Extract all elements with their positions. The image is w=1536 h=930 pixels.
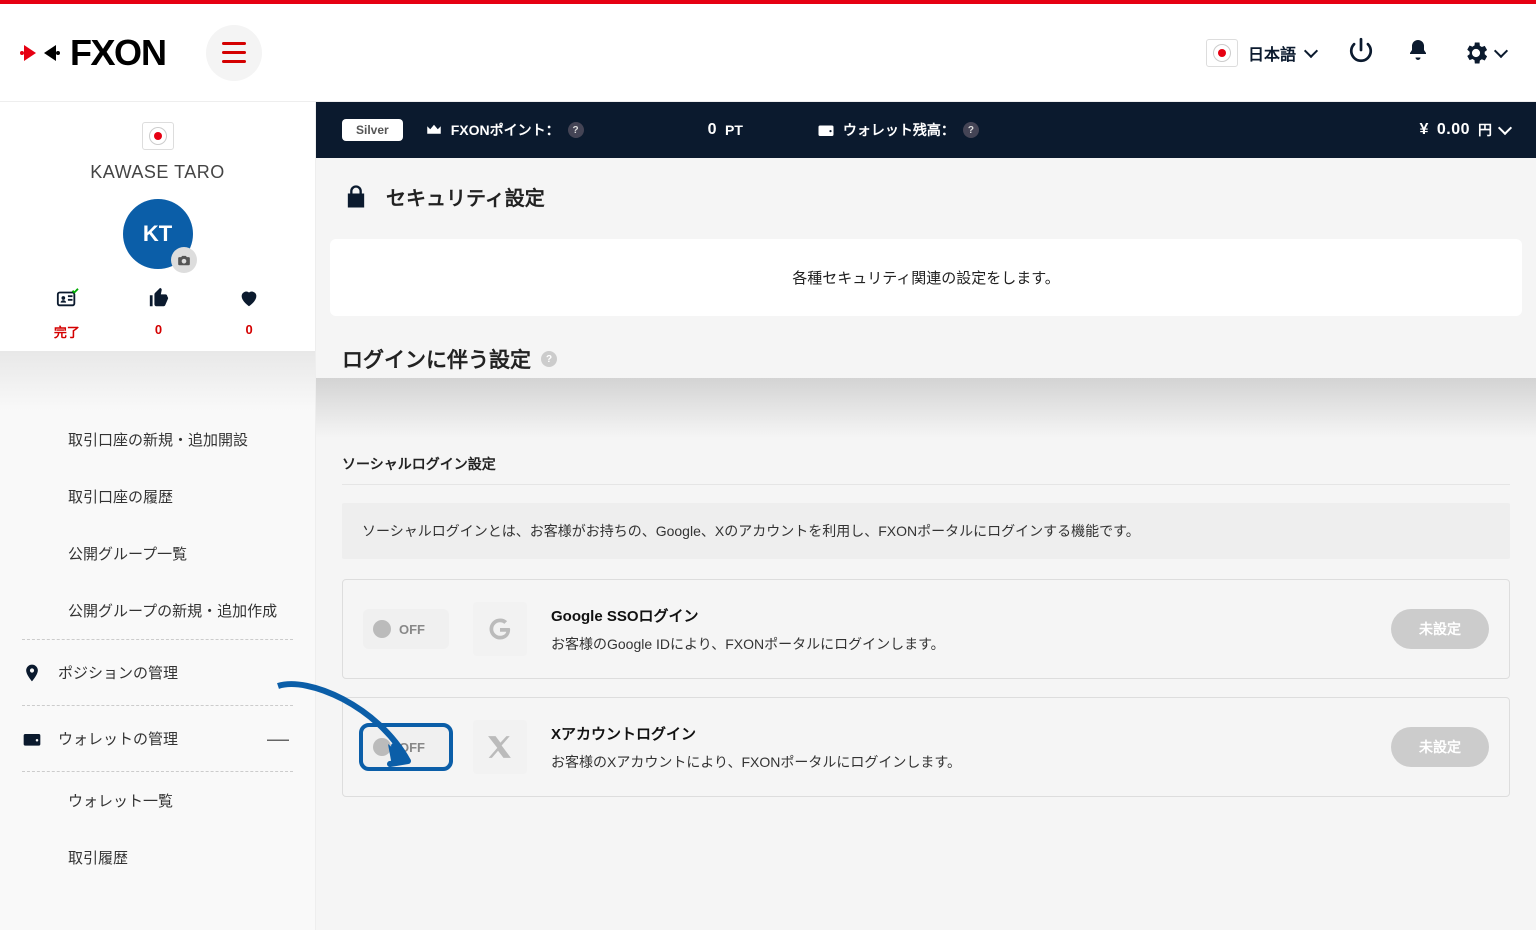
sidebar-position-management[interactable]: ポジションの管理 — [0, 640, 315, 705]
sso-google-toggle[interactable]: OFF — [363, 609, 449, 649]
sso-x-toggle[interactable]: OFF — [363, 727, 449, 767]
sso-google-card: OFF Google SSOログイン お客様のGoogle IDにより、FXON… — [342, 579, 1510, 679]
hamburger-icon — [222, 42, 246, 63]
flag-japan-icon — [1206, 39, 1238, 67]
id-card-icon — [55, 287, 79, 309]
help-icon[interactable]: ? — [541, 351, 557, 367]
profile-card: KAWASE TARO KT 完了 0 0 — [0, 102, 315, 351]
help-icon[interactable]: ? — [568, 122, 584, 138]
lock-icon — [342, 183, 370, 211]
sidebar-item-group-list[interactable]: 公開グループ一覧 — [0, 525, 315, 582]
bell-icon[interactable] — [1406, 38, 1430, 67]
points-bar: Silver FXONポイント： ? 0 PT ウォレット残高： ? ¥ 0.0… — [316, 102, 1536, 158]
sidebar-item-account-history[interactable]: 取引口座の履歴 — [0, 468, 315, 525]
chevron-down-icon — [1494, 43, 1508, 57]
wallet-icon — [22, 729, 42, 749]
flag-japan-icon — [142, 122, 174, 150]
social-login-info: ソーシャルログインとは、お客様がお持ちの、Google、Xのアカウントを利用し、… — [342, 503, 1510, 559]
logo-mark-icon — [18, 31, 62, 75]
stat-favorites[interactable]: 0 — [237, 287, 261, 341]
page-title: セキュリティ設定 — [386, 182, 545, 211]
sidebar-item-new-group[interactable]: 公開グループの新規・追加作成 — [0, 582, 315, 639]
wallet-icon — [817, 121, 835, 139]
brand-logo[interactable]: FXON — [18, 31, 166, 75]
google-logo-icon — [473, 602, 527, 656]
profile-name: KAWASE TARO — [10, 162, 305, 183]
points-value: 0 — [708, 121, 717, 139]
brand-text: FXON — [70, 32, 166, 74]
settings-dropdown[interactable] — [1462, 39, 1506, 67]
stat-likes[interactable]: 0 — [148, 287, 170, 341]
sidebar-item-transaction-history[interactable]: 取引履歴 — [0, 829, 315, 886]
social-login-subtitle: ソーシャルログイン設定 — [316, 438, 1536, 484]
tier-badge: Silver — [342, 119, 403, 141]
main-content: Silver FXONポイント： ? 0 PT ウォレット残高： ? ¥ 0.0… — [316, 102, 1536, 930]
page-lead: 各種セキュリティ関連の設定をします。 — [330, 239, 1522, 316]
gear-icon — [1462, 39, 1490, 67]
crown-icon — [425, 121, 443, 139]
sso-x-title: Xアカウントログイン — [551, 723, 1367, 744]
menu-toggle-button[interactable] — [206, 25, 262, 81]
language-label: 日本語 — [1248, 41, 1296, 65]
language-selector[interactable]: 日本語 — [1206, 39, 1316, 67]
camera-icon[interactable] — [171, 247, 197, 273]
sidebar-wallet-management[interactable]: ウォレットの管理 — — [0, 706, 315, 771]
login-section-title: ログインに伴う設定 — [342, 344, 531, 374]
thumbs-up-icon — [148, 287, 170, 309]
wallet-balance-section: ウォレット残高： ? — [817, 120, 979, 140]
x-logo-icon — [473, 720, 527, 774]
pin-icon — [22, 663, 42, 683]
sso-x-card: OFF Xアカウントログイン お客様のXアカウントにより、FXONポータルにログ… — [342, 697, 1510, 797]
sso-x-desc: お客様のXアカウントにより、FXONポータルにログインします。 — [551, 752, 1367, 772]
sso-google-status-button[interactable]: 未設定 — [1391, 609, 1489, 649]
points-section: FXONポイント： ? — [425, 120, 584, 140]
sso-x-status-button[interactable]: 未設定 — [1391, 727, 1489, 767]
chevron-down-icon — [1498, 121, 1512, 135]
sso-google-title: Google SSOログイン — [551, 605, 1367, 626]
heart-icon — [237, 287, 261, 309]
sidebar-item-wallet-list[interactable]: ウォレット一覧 — [0, 772, 315, 829]
sidebar-item-new-account[interactable]: 取引口座の新規・追加開設 — [0, 411, 315, 468]
chevron-down-icon — [1304, 43, 1318, 57]
power-icon[interactable] — [1348, 37, 1374, 68]
collapse-icon: — — [267, 726, 289, 752]
stat-completed[interactable]: 完了 — [54, 287, 80, 341]
wallet-balance-value[interactable]: ¥ 0.00 円 — [1419, 120, 1510, 140]
header: FXON 日本語 — [0, 4, 1536, 102]
help-icon[interactable]: ? — [963, 122, 979, 138]
sidebar: KAWASE TARO KT 完了 0 0 — [0, 102, 316, 930]
sso-google-desc: お客様のGoogle IDにより、FXONポータルにログインします。 — [551, 634, 1367, 654]
